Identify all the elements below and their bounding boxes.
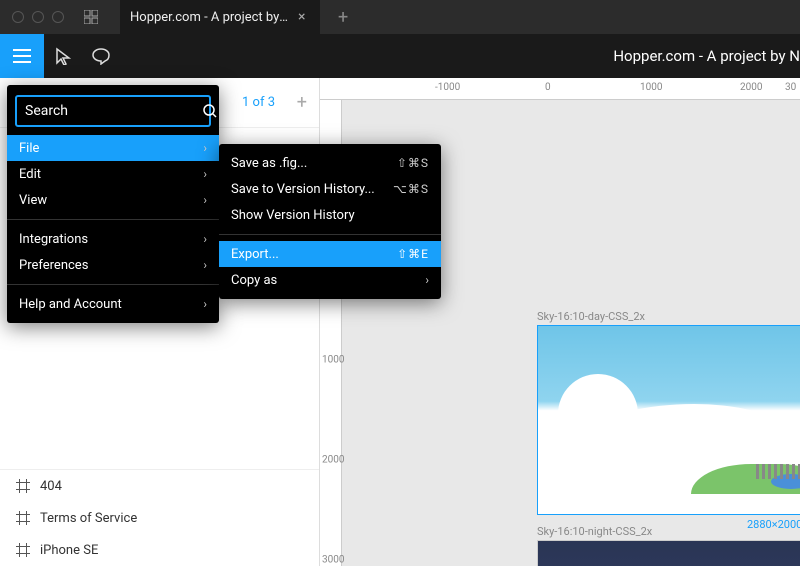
- chevron-right-icon: ›: [203, 258, 207, 272]
- main-menu: File › Edit › View › Integrations › Pref…: [7, 85, 219, 323]
- chevron-right-icon: ›: [203, 193, 207, 207]
- submenu-label: Export...: [231, 247, 279, 262]
- minimize-window-icon[interactable]: [32, 11, 44, 23]
- submenu-label: Copy as: [231, 273, 277, 288]
- frame-icon: [16, 479, 30, 493]
- menu-item-view[interactable]: View ›: [7, 187, 219, 213]
- project-title: Hopper.com - A project by N: [613, 47, 800, 65]
- layer-item-404[interactable]: 404: [0, 470, 319, 502]
- layer-item-tos[interactable]: Terms of Service: [0, 502, 319, 534]
- layer-label: Terms of Service: [40, 511, 137, 526]
- chevron-right-icon: ›: [425, 273, 429, 287]
- add-page-icon[interactable]: +: [297, 92, 307, 113]
- ruler-tick: 2000: [740, 82, 762, 93]
- home-grid-icon[interactable]: [84, 10, 98, 24]
- menu-item-file[interactable]: File ›: [7, 135, 219, 161]
- layer-item-iphone-se[interactable]: iPhone SE: [0, 534, 319, 566]
- shortcut: ⌥⌘S: [393, 182, 429, 196]
- chevron-right-icon: ›: [203, 141, 207, 155]
- ruler-tick: 1000: [640, 82, 662, 93]
- chevron-right-icon: ›: [203, 297, 207, 311]
- ruler-horizontal: -1000 0 1000 2000 30: [320, 78, 800, 100]
- menu-label: File: [19, 141, 39, 156]
- menu-separator: [7, 284, 219, 285]
- artboard-sky-night[interactable]: [537, 540, 800, 566]
- menu-label: Help and Account: [19, 297, 122, 312]
- close-tab-icon[interactable]: ×: [298, 9, 305, 25]
- shortcut: ⇧⌘E: [397, 247, 429, 261]
- frame-icon: [16, 511, 30, 525]
- menu-label: View: [19, 193, 47, 208]
- menu-item-preferences[interactable]: Preferences ›: [7, 252, 219, 278]
- close-window-icon[interactable]: [12, 11, 24, 23]
- search-icon: [203, 104, 217, 118]
- submenu-label: Save to Version History...: [231, 182, 375, 197]
- menu-item-integrations[interactable]: Integrations ›: [7, 226, 219, 252]
- submenu-item-show-history[interactable]: Show Version History: [219, 202, 441, 228]
- menu-item-help[interactable]: Help and Account ›: [7, 291, 219, 317]
- comment-tool-icon[interactable]: [82, 34, 120, 78]
- tab-title: Hopper.com - A project by Nara...: [130, 10, 290, 25]
- chevron-right-icon: ›: [203, 232, 207, 246]
- ruler-tick: -1000: [435, 82, 460, 93]
- main-menu-button[interactable]: [0, 34, 44, 78]
- city-skyline: [756, 464, 800, 479]
- menu-label: Integrations: [19, 232, 88, 247]
- chevron-right-icon: ›: [203, 167, 207, 181]
- artboard-label[interactable]: Sky-16:10-night-CSS_2x: [537, 525, 652, 538]
- window-controls: [0, 11, 64, 23]
- menu-search[interactable]: [15, 95, 211, 127]
- pages-count: 1 of 3: [242, 95, 275, 110]
- artboard-sky-day[interactable]: [537, 325, 800, 515]
- submenu-item-save-fig[interactable]: Save as .fig... ⇧⌘S: [219, 150, 441, 176]
- submenu-item-save-history[interactable]: Save to Version History... ⌥⌘S: [219, 176, 441, 202]
- tab-active[interactable]: Hopper.com - A project by Nara... ×: [120, 0, 320, 34]
- search-input[interactable]: [25, 103, 203, 119]
- submenu-label: Show Version History: [231, 208, 355, 223]
- menu-label: Preferences: [19, 258, 88, 273]
- selection-dimensions: 2880×2000: [747, 518, 800, 531]
- ruler-tick: 30: [785, 82, 796, 93]
- file-submenu: Save as .fig... ⇧⌘S Save to Version Hist…: [219, 144, 441, 299]
- new-tab-button[interactable]: +: [330, 7, 356, 28]
- submenu-item-copy-as[interactable]: Copy as ›: [219, 267, 441, 293]
- layer-label: iPhone SE: [40, 543, 98, 558]
- menu-label: Edit: [19, 167, 41, 182]
- layer-label: 404: [40, 479, 62, 494]
- frame-icon: [16, 543, 30, 557]
- move-tool-icon[interactable]: [44, 34, 82, 78]
- menu-separator: [219, 234, 441, 235]
- menu-item-edit[interactable]: Edit ›: [7, 161, 219, 187]
- ruler-tick: 0: [545, 82, 551, 93]
- shortcut: ⇧⌘S: [397, 156, 429, 170]
- maximize-window-icon[interactable]: [52, 11, 64, 23]
- artboard-label[interactable]: Sky-16:10-day-CSS_2x: [537, 310, 645, 323]
- submenu-label: Save as .fig...: [231, 156, 307, 171]
- menu-separator: [7, 219, 219, 220]
- titlebar: Hopper.com - A project by Nara... × +: [0, 0, 800, 34]
- toolbar: Hopper.com - A project by N: [0, 34, 800, 78]
- submenu-item-export[interactable]: Export... ⇧⌘E: [219, 241, 441, 267]
